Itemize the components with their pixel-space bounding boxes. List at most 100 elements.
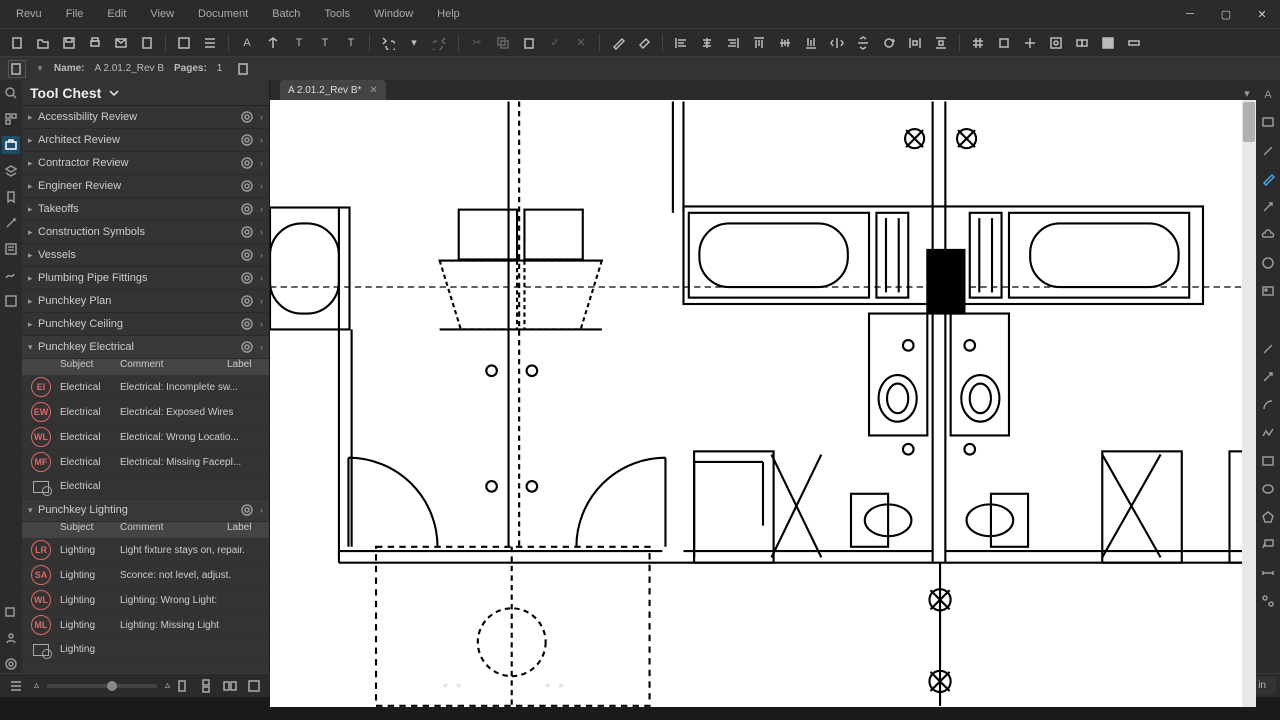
- polygon-tool-icon[interactable]: [1259, 508, 1277, 526]
- prev-page-icon[interactable]: ◂: [455, 680, 460, 691]
- first-page-icon[interactable]: ◂: [442, 680, 447, 691]
- zoom-in-icon[interactable]: ▵: [165, 680, 170, 691]
- markup-icon[interactable]: [173, 32, 195, 54]
- line-tool-icon[interactable]: [1259, 340, 1277, 358]
- snap-markup-icon[interactable]: [1019, 32, 1041, 54]
- rectangle-tool-icon[interactable]: [1259, 452, 1277, 470]
- page-icon[interactable]: [136, 32, 158, 54]
- align-bottom-icon[interactable]: [800, 32, 822, 54]
- tool-row[interactable]: LR Lighting Light fixture stays on, repa…: [22, 538, 269, 563]
- toolset-punchkey-ceiling[interactable]: ▸ Punchkey Ceiling ›: [22, 313, 269, 336]
- tool-row[interactable]: MF Electrical Electrical: Missing Facepl…: [22, 450, 269, 475]
- text-t-icon[interactable]: T: [288, 32, 310, 54]
- toolset-punchkey-lighting[interactable]: ▾ Punchkey Lighting ›: [22, 499, 269, 522]
- align-right-icon[interactable]: [722, 32, 744, 54]
- studio-icon[interactable]: [2, 629, 20, 647]
- gear-icon[interactable]: [240, 317, 254, 331]
- text-a-icon[interactable]: A: [236, 32, 258, 54]
- toolset-vessels[interactable]: ▸ Vessels ›: [22, 244, 269, 267]
- summary-icon[interactable]: [199, 32, 221, 54]
- minimize-button[interactable]: ─: [1176, 3, 1204, 25]
- text-t2-icon[interactable]: T: [314, 32, 336, 54]
- single-page-icon[interactable]: [172, 676, 192, 696]
- undo-icon[interactable]: [377, 32, 399, 54]
- menu-tools[interactable]: Tools: [312, 4, 362, 24]
- menu-document[interactable]: Document: [186, 4, 260, 24]
- continuous-icon[interactable]: [196, 676, 216, 696]
- cloud-tool-icon[interactable]: [1259, 226, 1277, 244]
- tool-chest-icon[interactable]: [2, 136, 20, 154]
- menu-revu[interactable]: Revu: [4, 4, 54, 24]
- grid-icon[interactable]: [967, 32, 989, 54]
- callout-tool-icon[interactable]: [1259, 536, 1277, 554]
- close-button[interactable]: ✕: [1248, 3, 1276, 25]
- tool-row[interactable]: WL Lighting Lighting: Wrong Light:: [22, 588, 269, 613]
- tool-row[interactable]: EW Electrical Electrical: Exposed Wires: [22, 400, 269, 425]
- menu-batch[interactable]: Batch: [260, 4, 312, 24]
- toolset-punchkey-electrical[interactable]: ▾ Punchkey Electrical ›: [22, 336, 269, 359]
- ellipse-tool-icon[interactable]: [1259, 480, 1277, 498]
- cut-icon[interactable]: ✂: [466, 32, 488, 54]
- toolset-contractor-review[interactable]: ▸ Contractor Review ›: [22, 152, 269, 175]
- menu-help[interactable]: Help: [425, 4, 472, 24]
- align-center-icon[interactable]: [696, 32, 718, 54]
- tool-row[interactable]: WL Electrical Electrical: Wrong Locatio.…: [22, 425, 269, 450]
- gear-icon[interactable]: [240, 202, 254, 216]
- tab-close-icon[interactable]: ✕: [369, 85, 377, 96]
- gear-icon[interactable]: [240, 503, 254, 517]
- toolset-construction-symbols[interactable]: ▸ Construction Symbols ›: [22, 221, 269, 244]
- print-icon[interactable]: [84, 32, 106, 54]
- redo-icon[interactable]: [429, 32, 451, 54]
- toolset-takeoffs[interactable]: ▸ Takeoffs ›: [22, 198, 269, 221]
- vertical-scrollbar[interactable]: [1242, 100, 1256, 707]
- tool-row[interactable]: EI Electrical Electrical: Incomplete sw.…: [22, 375, 269, 400]
- new-file-icon[interactable]: [6, 32, 28, 54]
- paste-icon[interactable]: [518, 32, 540, 54]
- links-icon[interactable]: [2, 292, 20, 310]
- flip-v-icon[interactable]: [852, 32, 874, 54]
- maximize-button[interactable]: ▢: [1212, 3, 1240, 25]
- side-by-side-icon[interactable]: [220, 676, 240, 696]
- gear-icon[interactable]: [240, 179, 254, 193]
- pages-detail-icon[interactable]: [232, 58, 254, 80]
- align-left-icon[interactable]: [670, 32, 692, 54]
- text-edit-icon[interactable]: [262, 32, 284, 54]
- arrow2-tool-icon[interactable]: [1259, 368, 1277, 386]
- search-icon[interactable]: [2, 84, 20, 102]
- thumbnails-icon[interactable]: [2, 110, 20, 128]
- align-top-icon[interactable]: [748, 32, 770, 54]
- menu-file[interactable]: File: [54, 4, 96, 24]
- signatures-icon[interactable]: [2, 266, 20, 284]
- align-middle-icon[interactable]: [774, 32, 796, 54]
- tabs-dropdown-icon[interactable]: ▾: [1238, 87, 1256, 100]
- dist-v-icon[interactable]: [930, 32, 952, 54]
- menu-edit[interactable]: Edit: [95, 4, 138, 24]
- ruler-icon[interactable]: [1123, 32, 1145, 54]
- gear-icon[interactable]: [240, 156, 254, 170]
- zoom-out-icon[interactable]: ▵: [34, 680, 39, 691]
- image-tool-icon[interactable]: [1259, 282, 1277, 300]
- gear-icon[interactable]: [240, 294, 254, 308]
- toolset-plumbing-pipe-fittings[interactable]: ▸ Plumbing Pipe Fittings ›: [22, 267, 269, 290]
- text-tool-icon[interactable]: A: [1259, 86, 1277, 104]
- tool-row[interactable]: Lighting: [22, 638, 269, 662]
- toolset-architect-review[interactable]: ▸ Architect Review ›: [22, 129, 269, 152]
- save-icon[interactable]: [58, 32, 80, 54]
- dist-h-icon[interactable]: [904, 32, 926, 54]
- document-tab[interactable]: A 2.01.2_Rev B* ✕: [280, 80, 386, 100]
- gear-icon[interactable]: [240, 271, 254, 285]
- menu-view[interactable]: View: [138, 4, 186, 24]
- arrow-tool-icon[interactable]: [1259, 198, 1277, 216]
- gear-icon[interactable]: [240, 248, 254, 262]
- dark-icon[interactable]: [1097, 32, 1119, 54]
- undo-dd-icon[interactable]: ▾: [403, 32, 425, 54]
- flip-h-icon[interactable]: [826, 32, 848, 54]
- text-t3-icon[interactable]: T: [340, 32, 362, 54]
- document-canvas[interactable]: [270, 100, 1256, 707]
- forms-icon[interactable]: [2, 240, 20, 258]
- gear-icon[interactable]: [240, 340, 254, 354]
- zoom-slider[interactable]: [47, 684, 157, 688]
- cancel-icon[interactable]: ✕: [570, 32, 592, 54]
- stamp-tool-icon[interactable]: [1259, 254, 1277, 272]
- tool-row[interactable]: SA Lighting Sconce: not level, adjust.: [22, 563, 269, 588]
